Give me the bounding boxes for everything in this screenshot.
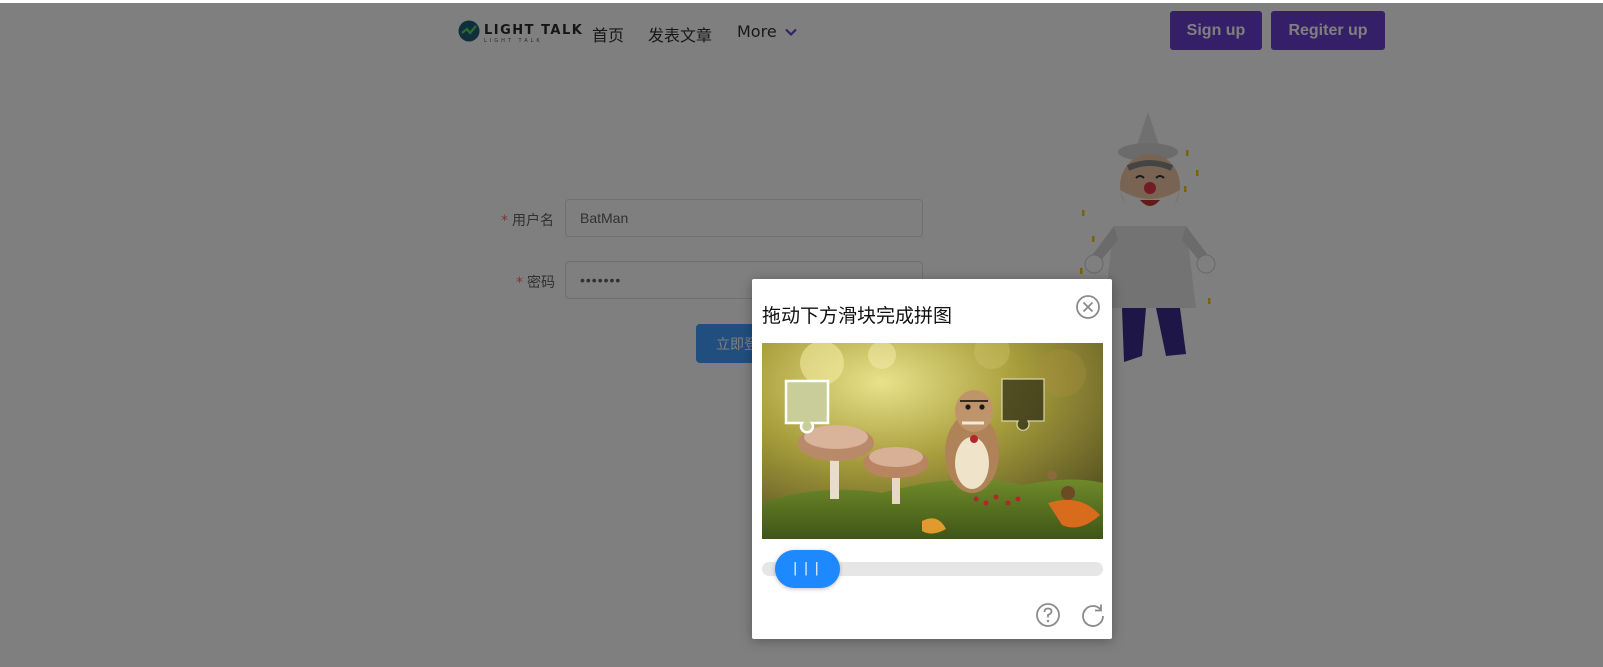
- close-icon[interactable]: [1075, 294, 1101, 320]
- question-circle-icon[interactable]: [1035, 602, 1061, 628]
- captcha-title: 拖动下方滑块完成拼图: [762, 305, 953, 327]
- refresh-icon[interactable]: [1080, 602, 1106, 628]
- captcha-puzzle-image: [762, 343, 1103, 539]
- slider-handle[interactable]: |||: [775, 550, 840, 588]
- slider-captcha-dialog: 拖动下方滑块完成拼图 |||: [752, 279, 1112, 639]
